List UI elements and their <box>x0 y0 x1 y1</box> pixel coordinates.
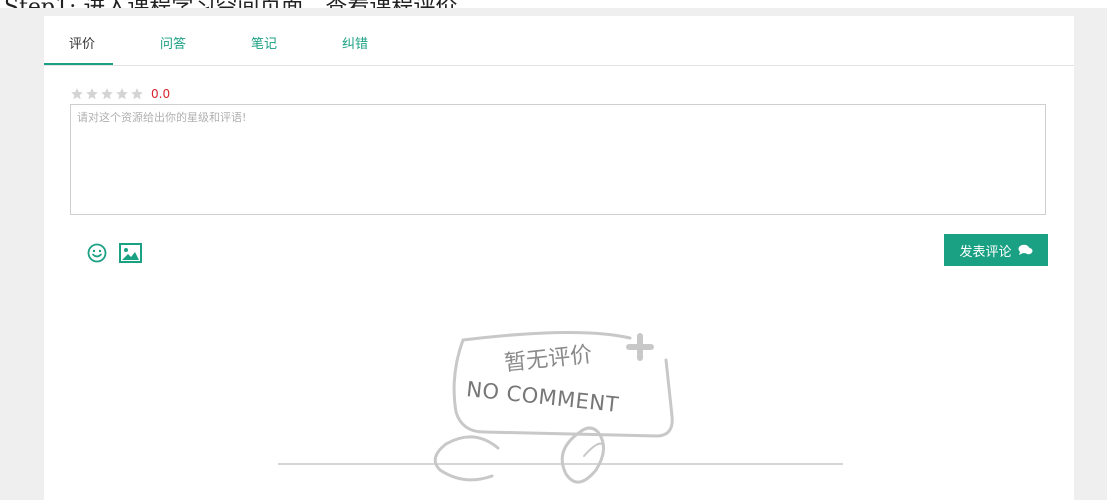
post-comment-button[interactable]: 发表评论 <box>944 234 1048 266</box>
star-rating: 0.0 <box>70 86 170 102</box>
tab-errata[interactable]: 纠错 <box>342 33 368 52</box>
star-icon[interactable] <box>115 87 129 101</box>
tab-notes[interactable]: 笔记 <box>251 33 277 52</box>
smiley-icon[interactable] <box>87 243 107 263</box>
star-icon[interactable] <box>70 87 84 101</box>
post-comment-label: 发表评论 <box>959 244 1012 260</box>
star-icon[interactable] <box>100 87 114 101</box>
tab-review[interactable]: 评价 <box>69 33 95 52</box>
star-icon[interactable] <box>130 87 144 101</box>
rating-value: 0.0 <box>151 87 171 101</box>
active-tab-indicator <box>44 63 113 65</box>
image-icon[interactable] <box>119 243 142 263</box>
comment-input[interactable] <box>70 104 1046 215</box>
tab-qa[interactable]: 问答 <box>160 33 186 52</box>
star-icon[interactable] <box>85 87 99 101</box>
tab-bar: 评价 问答 笔记 纠错 <box>44 16 1074 66</box>
course-review-panel: 评价 问答 笔记 纠错 0.0 发表评论 <box>44 16 1074 500</box>
comment-icon <box>1018 244 1032 255</box>
